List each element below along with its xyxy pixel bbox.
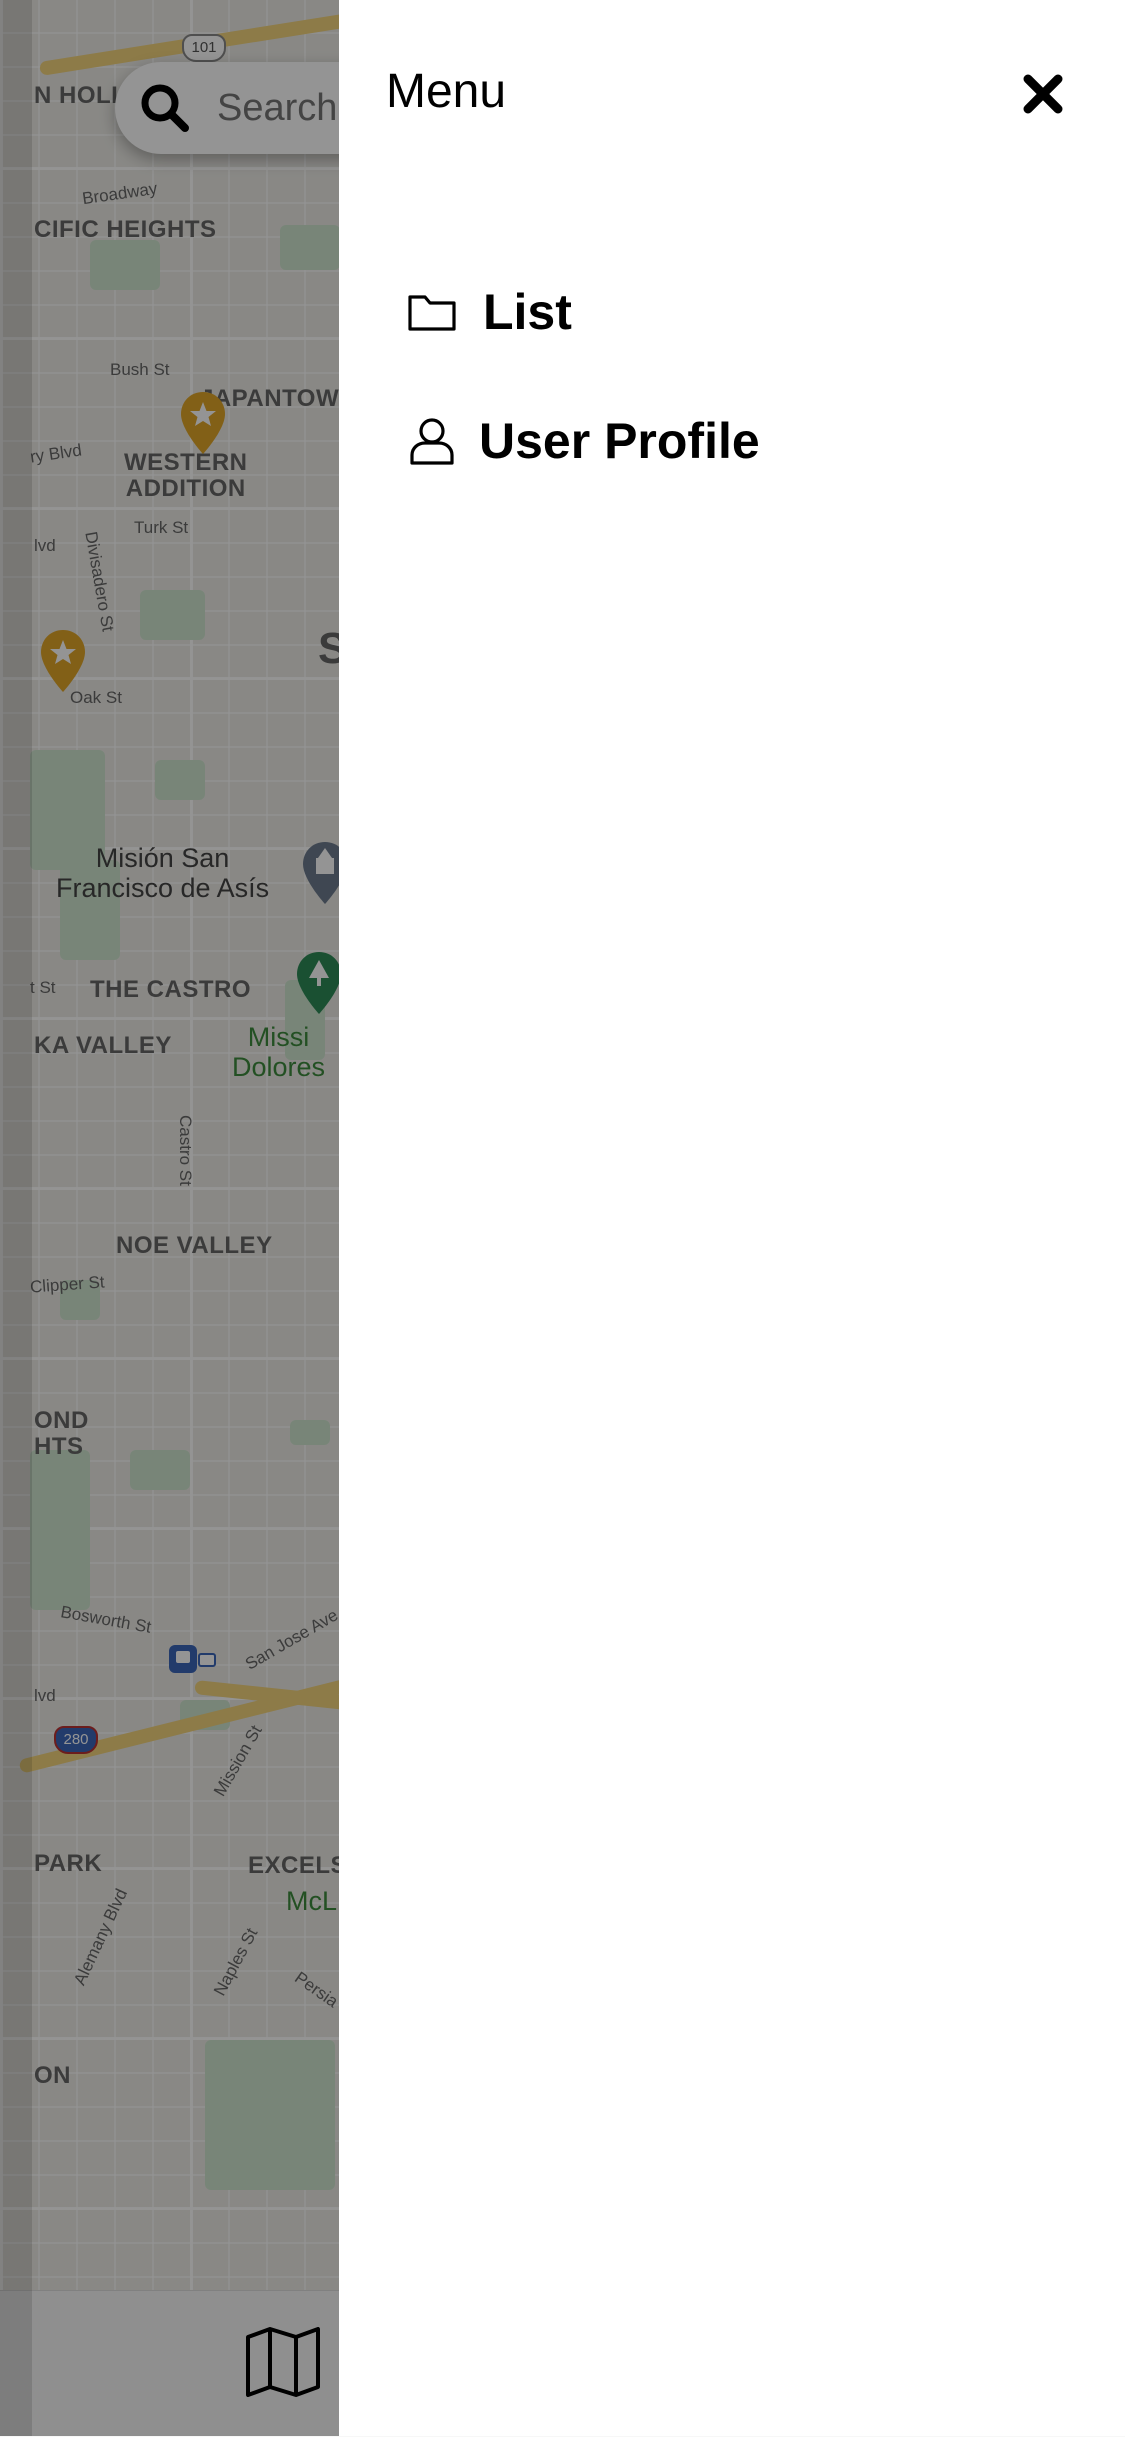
user-icon <box>410 418 454 465</box>
side-drawer: Menu List User Profile <box>339 0 1125 2436</box>
menu-item-label: List <box>483 284 572 340</box>
close-icon[interactable] <box>1019 70 1067 118</box>
menu-item-user-profile[interactable]: User Profile <box>407 412 760 470</box>
menu-item-label: User Profile <box>479 413 760 469</box>
backdrop-edge <box>0 0 32 2436</box>
menu-item-list[interactable]: List <box>407 283 572 341</box>
drawer-title: Menu <box>386 65 507 118</box>
folder-icon <box>408 295 456 331</box>
